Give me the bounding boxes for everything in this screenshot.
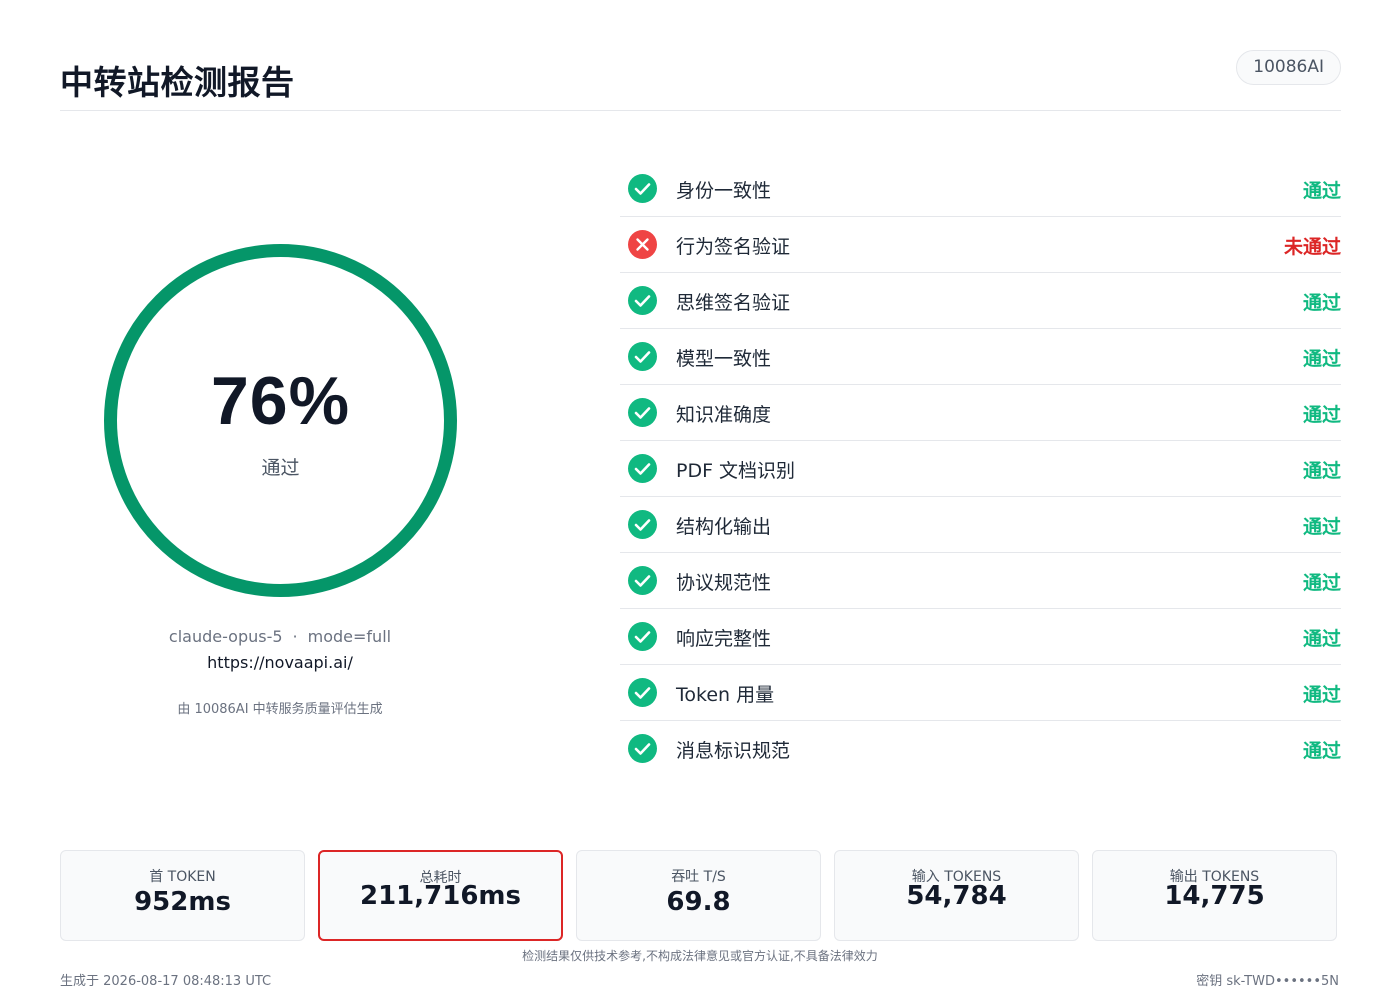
check-status: 通过: [1302, 180, 1341, 202]
metric-card-throughput: 吞吐 T/S 69.8: [576, 850, 821, 941]
check-row: 响应完整性 通过: [620, 609, 1341, 665]
check-circle-icon: [628, 398, 657, 427]
check-name: 模型一致性: [676, 348, 772, 370]
check-status: 通过: [1302, 740, 1341, 762]
check-name: 知识准确度: [676, 404, 772, 426]
x-circle-icon: [628, 230, 657, 259]
metric-value: 54,784: [906, 881, 1007, 911]
metric-value: 14,775: [1164, 881, 1265, 911]
check-circle-icon: [628, 622, 657, 651]
check-circle-icon: [628, 454, 657, 483]
check-row: PDF 文档识别 通过: [620, 441, 1341, 497]
page-title: 中转站检测报告: [60, 63, 295, 102]
check-name: 行为签名验证: [676, 236, 791, 258]
check-status: 未通过: [1283, 236, 1341, 258]
metric-card-output-tokens: 输出 TOKENS 14,775: [1092, 850, 1337, 941]
mode-value: mode=full: [307, 627, 392, 646]
check-status: 通过: [1302, 348, 1341, 370]
generated-timestamp: 生成于 2026-08-17 08:48:13 UTC: [60, 974, 272, 989]
check-row: 行为签名验证 未通过: [620, 217, 1341, 273]
check-row: 结构化输出 通过: [620, 497, 1341, 553]
check-circle-icon: [628, 678, 657, 707]
check-status: 通过: [1302, 460, 1341, 482]
check-circle-icon: [628, 510, 657, 539]
check-name: Token 用量: [676, 684, 775, 706]
brand-badge: 10086AI: [1236, 50, 1341, 85]
check-circle-icon: [628, 286, 657, 315]
metric-card-total-time: 总耗时 211,716ms: [318, 850, 563, 941]
check-row: 思维签名验证 通过: [620, 273, 1341, 329]
model-info: claude-opus-5 · mode=full: [80, 627, 480, 646]
metric-label: 首 TOKEN: [149, 869, 216, 885]
metric-card-input-tokens: 输入 TOKENS 54,784: [834, 850, 1079, 941]
check-name: PDF 文档识别: [676, 460, 796, 482]
check-name: 协议规范性: [676, 572, 772, 594]
check-list: 身份一致性 通过 行为签名验证 未通过 思维签名验证 通过 模型一致性 通过 知识准确度 通过 PD…: [620, 161, 1341, 777]
check-status: 通过: [1302, 628, 1341, 650]
metric-value: 952ms: [134, 887, 231, 917]
credit-text: 由 10086AI 中转服务质量评估生成: [177, 702, 383, 717]
check-name: 消息标识规范: [676, 740, 791, 762]
api-key-masked: 密钥 sk-TWD••••••5N: [1196, 974, 1339, 989]
score-value: 76%: [210, 363, 351, 439]
check-row: 消息标识规范 通过: [620, 721, 1341, 777]
check-status: 通过: [1302, 684, 1341, 706]
report-header: 中转站检测报告 10086AI: [60, 50, 1341, 111]
check-circle-icon: [628, 566, 657, 595]
check-row: 协议规范性 通过: [620, 553, 1341, 609]
check-name: 身份一致性: [676, 180, 772, 202]
meta-separator: ·: [292, 627, 298, 646]
check-circle-icon: [628, 174, 657, 203]
check-row: 身份一致性 通过: [620, 161, 1341, 217]
metric-value: 69.8: [666, 887, 731, 917]
metric-label: 吞吐 T/S: [671, 869, 726, 885]
check-status: 通过: [1302, 404, 1341, 426]
check-name: 结构化输出: [676, 516, 772, 538]
check-status: 通过: [1302, 572, 1341, 594]
metric-card-first-token: 首 TOKEN 952ms: [60, 850, 305, 941]
metric-value: 211,716ms: [360, 881, 521, 911]
check-status: 通过: [1302, 292, 1341, 314]
check-status: 通过: [1302, 516, 1341, 538]
check-name: 思维签名验证: [676, 292, 791, 314]
model-name: claude-opus-5: [168, 627, 283, 646]
check-row: 知识准确度 通过: [620, 385, 1341, 441]
check-row: 模型一致性 通过: [620, 329, 1341, 385]
check-circle-icon: [628, 342, 657, 371]
check-name: 响应完整性: [676, 628, 772, 650]
check-circle-icon: [628, 734, 657, 763]
check-row: Token 用量 通过: [620, 665, 1341, 721]
score-label: 通过: [261, 457, 300, 479]
disclaimer: 检测结果仅供技术参考,不构成法律意见或官方认证,不具备法律效力: [522, 949, 878, 963]
endpoint-url[interactable]: https://novaapi.ai/: [80, 653, 480, 672]
